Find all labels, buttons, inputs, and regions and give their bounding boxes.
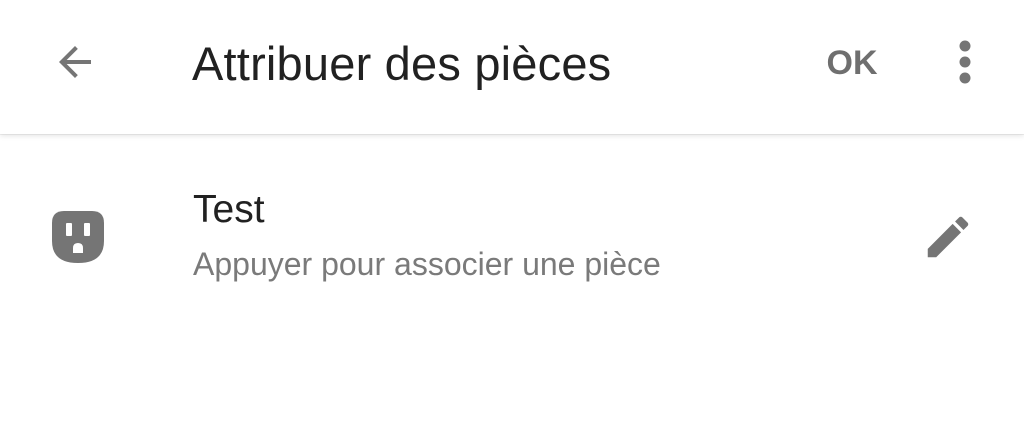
pencil-icon bbox=[927, 216, 969, 258]
power-outlet-icon bbox=[52, 211, 104, 263]
device-subtitle: Appuyer pour associer une pièce bbox=[193, 246, 661, 282]
top-app-bar: Attribuer des pièces OK bbox=[0, 0, 1024, 134]
app-screen: Attribuer des pièces OK Test Appuyer pou… bbox=[0, 0, 1024, 421]
device-name: Test bbox=[193, 188, 265, 231]
back-button[interactable] bbox=[42, 34, 108, 90]
edit-button[interactable] bbox=[915, 204, 981, 270]
arrow-left-icon bbox=[59, 46, 91, 78]
more-vertical-icon bbox=[959, 40, 971, 84]
device-list: Test Appuyer pour associer une pièce bbox=[0, 136, 1024, 421]
ok-button[interactable]: OK bbox=[812, 38, 892, 88]
list-item[interactable]: Test Appuyer pour associer une pièce bbox=[0, 176, 1024, 296]
page-title: Attribuer des pièces bbox=[192, 37, 612, 90]
more-options-button[interactable] bbox=[940, 32, 990, 92]
